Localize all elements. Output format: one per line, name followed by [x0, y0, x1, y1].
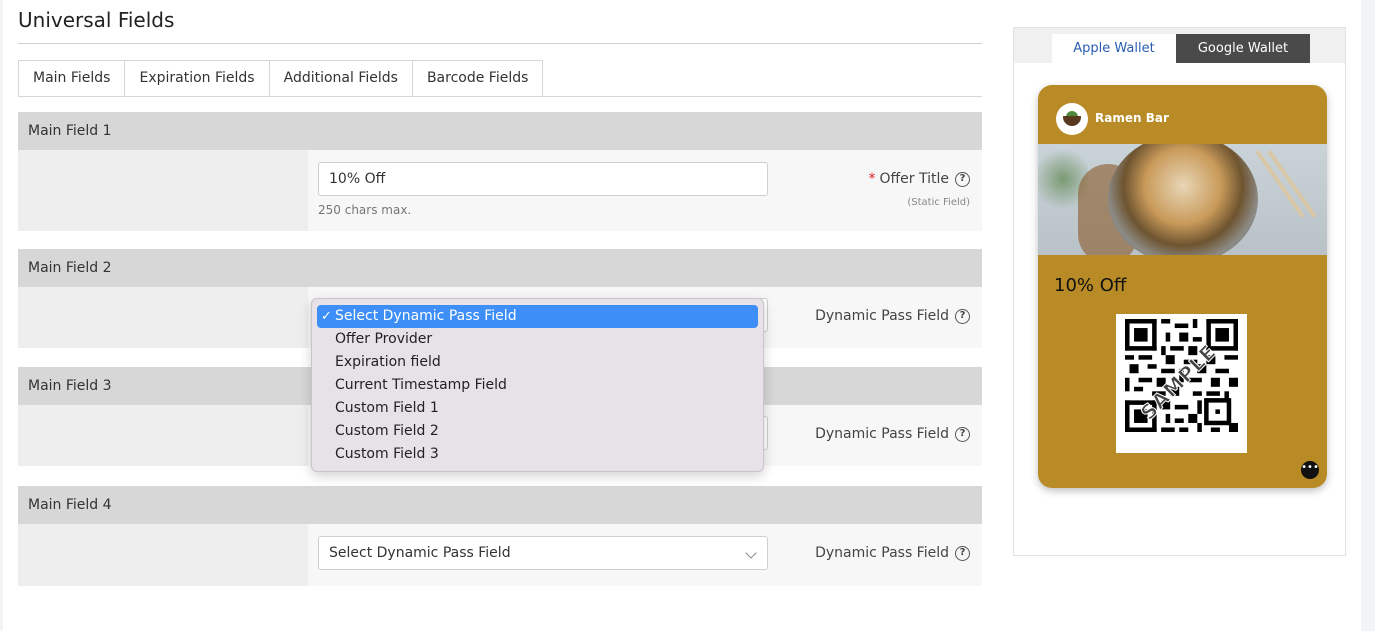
title-divider	[18, 43, 982, 44]
dropdown-option[interactable]: Current Timestamp Field	[317, 374, 758, 397]
question-circle-icon[interactable]: ?	[955, 308, 970, 324]
tab-google-wallet[interactable]: Google Wallet	[1176, 34, 1310, 63]
tabs-divider	[18, 96, 982, 97]
dynamic-pass-field-label: Dynamic Pass Field ?	[815, 545, 970, 561]
section-heading: Main Field 4	[18, 486, 982, 524]
pass-card: Ramen Bar 10% Off SAMPLE •••	[1038, 85, 1327, 488]
offer-title-label: * Offer Title ?	[868, 171, 970, 187]
question-circle-icon[interactable]: ?	[955, 545, 970, 561]
question-circle-icon[interactable]: ?	[955, 426, 970, 442]
tab-barcode-fields[interactable]: Barcode Fields	[411, 60, 544, 97]
field-tabs: Main Fields Expiration Fields Additional…	[18, 60, 544, 97]
tab-main-fields[interactable]: Main Fields	[18, 60, 126, 97]
page-title: Universal Fields	[18, 8, 175, 32]
dropdown-option[interactable]: ✓ Select Dynamic Pass Field	[317, 305, 758, 328]
tab-apple-wallet[interactable]: Apple Wallet	[1052, 34, 1176, 63]
dynamic-pass-field-dropdown: ✓ Select Dynamic Pass Field Offer Provid…	[311, 298, 764, 472]
section-heading: Main Field 2	[18, 249, 982, 287]
dynamic-pass-field-label: Dynamic Pass Field ?	[815, 308, 970, 324]
more-dots-icon[interactable]: •••	[1301, 461, 1319, 479]
page-container: Universal Fields Main Fields Expiration …	[3, 0, 1361, 631]
tab-additional-fields[interactable]: Additional Fields	[268, 60, 413, 97]
brand-name: Ramen Bar	[1095, 111, 1169, 125]
dropdown-option[interactable]: Custom Field 2	[317, 420, 758, 443]
dropdown-option[interactable]: Expiration field	[317, 351, 758, 374]
hero-image	[1038, 144, 1327, 255]
wallet-preview-panel: Apple Wallet Google Wallet Ramen Bar 10%…	[1013, 27, 1346, 556]
dynamic-pass-field-label: Dynamic Pass Field ?	[815, 426, 970, 442]
section-body: * Offer Title ? (Static Field) 10% Off 2…	[18, 150, 982, 231]
char-limit-hint: 250 chars max.	[318, 203, 412, 217]
tab-expiration-fields[interactable]: Expiration Fields	[124, 60, 270, 97]
ramen-bowl-logo-icon	[1056, 103, 1088, 135]
main-field-4-section: Main Field 4 Dynamic Pass Field ? Select…	[18, 486, 982, 586]
static-field-label: (Static Field)	[907, 197, 970, 208]
dynamic-pass-field-select[interactable]: Select Dynamic Pass Field	[318, 536, 768, 570]
section-heading: Main Field 1	[18, 112, 982, 150]
offer-title-input[interactable]: 10% Off	[318, 162, 768, 196]
main-field-1-section: Main Field 1 * Offer Title ? (Static Fie…	[18, 112, 982, 231]
section-body: Dynamic Pass Field ? Select Dynamic Pass…	[18, 524, 982, 586]
dropdown-option[interactable]: Custom Field 1	[317, 397, 758, 420]
dropdown-option[interactable]: Custom Field 3	[317, 443, 758, 466]
dropdown-option[interactable]: Offer Provider	[317, 328, 758, 351]
qr-code: SAMPLE	[1116, 314, 1247, 453]
wallet-tabbar: Apple Wallet Google Wallet	[1014, 28, 1345, 63]
chevron-down-icon	[745, 547, 757, 559]
checkmark-icon: ✓	[321, 309, 332, 324]
offer-text: 10% Off	[1054, 275, 1127, 296]
question-circle-icon[interactable]: ?	[955, 171, 970, 187]
required-asterisk: *	[868, 171, 876, 187]
